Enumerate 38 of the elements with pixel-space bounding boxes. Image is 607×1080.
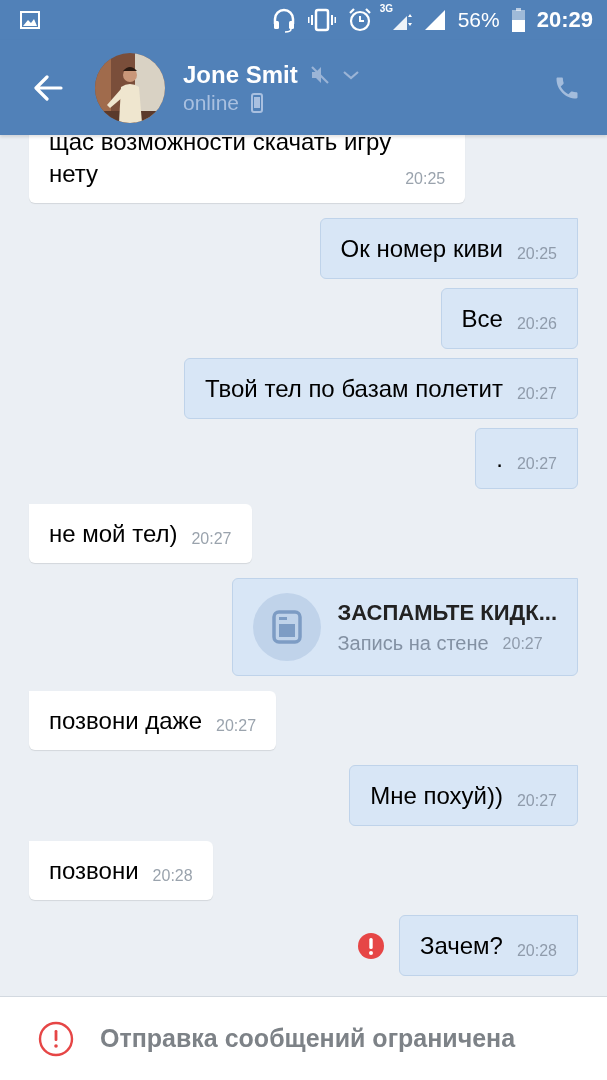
warning-icon [38, 1020, 74, 1057]
message-text: не мой тел) [49, 519, 178, 549]
document-icon [272, 610, 303, 644]
network-type-label: 3G [379, 3, 394, 14]
contact-name: Jone Smit [183, 60, 298, 89]
message-time: 20:25 [516, 244, 557, 264]
message-text: Зачем? [419, 931, 503, 961]
vibrate-icon [307, 8, 336, 32]
message-text: Твой тел по базам полетит [204, 374, 503, 404]
message-text: позвони даже [49, 706, 202, 736]
headphones-icon [271, 7, 296, 33]
message-time: 20:27 [502, 633, 543, 654]
message-text: щас возможности скачать игру нету [49, 135, 392, 189]
message-time: 20:27 [516, 384, 557, 404]
clock-time: 20:29 [536, 7, 593, 33]
message-text: . [496, 444, 503, 474]
message-text: Все [461, 304, 503, 334]
message-time: 20:27 [516, 454, 557, 474]
battery-percentage: 56% [457, 8, 500, 32]
image-icon [20, 11, 40, 29]
battery-icon [511, 8, 525, 32]
message-text: позвони [49, 856, 139, 886]
alarm-icon [347, 8, 372, 32]
message-time: 20:28 [152, 866, 193, 886]
restriction-notice: Отправка сообщений ограничена [100, 1024, 516, 1053]
message-time: 20:28 [516, 941, 557, 961]
message-text: Ок номер киви [340, 234, 503, 264]
message-time: 20:27 [191, 529, 232, 549]
message-time: 20:26 [516, 314, 557, 334]
wall-post-label: Запись на стене [337, 631, 489, 655]
message-text: Мне похуй)) [370, 781, 503, 811]
signal-icon [423, 9, 446, 31]
message-time: 20:25 [405, 169, 446, 189]
back-arrow-icon [33, 74, 63, 101]
message-time: 20:27 [216, 716, 257, 736]
message-time: 20:27 [516, 791, 557, 811]
wall-post-title: ЗАСПАМЬТЕ КИДК... [337, 599, 557, 626]
online-status: online [183, 90, 240, 115]
